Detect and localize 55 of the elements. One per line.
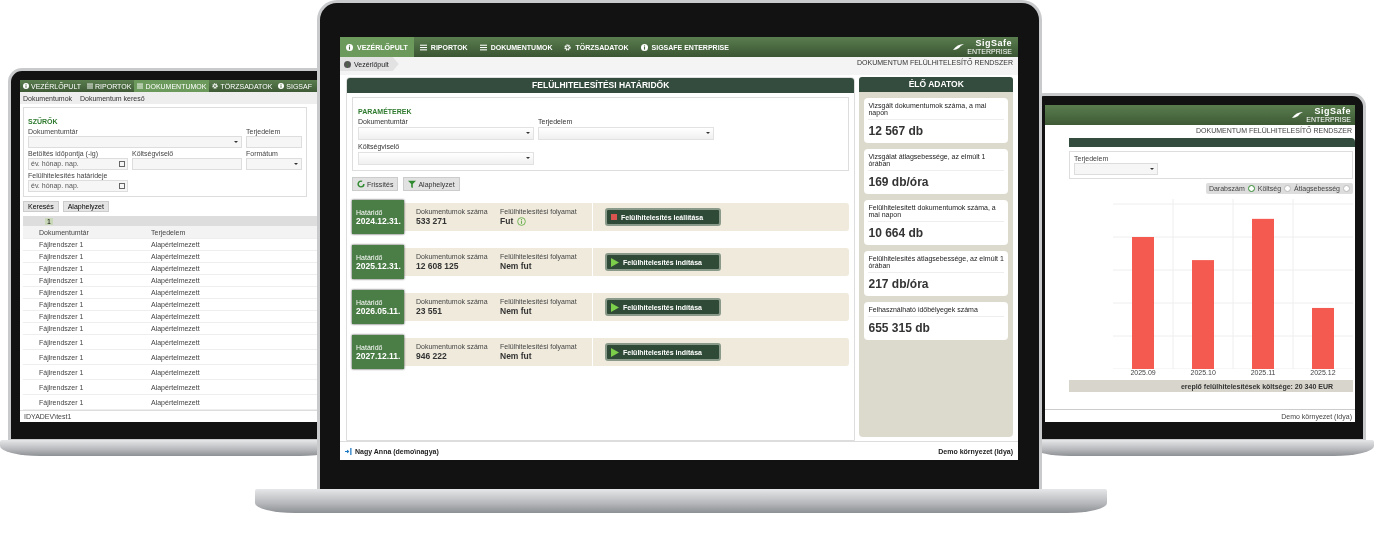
list-icon (479, 43, 487, 51)
status-value: Nem fut (500, 351, 532, 361)
list-icon (419, 43, 427, 51)
status-value: Fut (500, 216, 514, 226)
panel-header: ÉLŐ ADATOK (859, 77, 1013, 92)
count-value: 23 551 (416, 306, 443, 316)
logout-icon (345, 447, 352, 455)
caret-icon (526, 157, 530, 159)
calendar-icon (119, 183, 125, 190)
stat-value: 655 315 db (868, 320, 931, 335)
status-value: Nem fut (500, 306, 532, 316)
chart-bar (1312, 307, 1334, 369)
logo-icon (951, 43, 966, 51)
info-icon (23, 83, 29, 90)
count-value: 946 222 (416, 351, 448, 361)
play-icon (611, 347, 619, 357)
select-field[interactable] (1074, 163, 1158, 175)
gear-icon (564, 43, 572, 51)
stat-value: 10 664 db (868, 225, 925, 240)
select-field[interactable] (538, 127, 714, 140)
stop-icon (611, 214, 617, 220)
radio-button[interactable] (1247, 185, 1255, 192)
radio-button[interactable] (1284, 185, 1292, 192)
status-value: Nem fut (500, 261, 532, 271)
radio-button[interactable] (1343, 185, 1350, 192)
info-icon (278, 83, 285, 90)
count-value: 12 608 125 (416, 261, 460, 271)
select-field[interactable] (28, 135, 242, 148)
logo-icon (1290, 111, 1305, 119)
select-field[interactable] (358, 127, 534, 140)
select-field[interactable] (246, 157, 302, 170)
caret-icon (1150, 168, 1154, 170)
stat-value: 12 567 db (868, 123, 925, 138)
play-icon (611, 257, 619, 267)
calendar-icon (119, 161, 125, 168)
stat-value: 217 db/óra (868, 276, 930, 291)
logo-name: SigSafe (975, 39, 1012, 48)
select-field[interactable] (358, 152, 534, 165)
count-value: 533 271 (416, 216, 448, 226)
input-field[interactable] (132, 157, 242, 170)
caret-icon (294, 162, 298, 165)
filter-icon (408, 180, 417, 188)
caret-icon (234, 140, 238, 143)
caret-icon (526, 132, 530, 134)
info-icon (640, 43, 648, 51)
play-icon (611, 302, 619, 312)
caret-icon (706, 132, 710, 134)
info-icon (344, 60, 351, 68)
refresh-icon (357, 180, 365, 188)
logo-name: SigSafe (1314, 107, 1351, 116)
stat-value: 169 db/óra (868, 174, 930, 189)
gear-icon (212, 83, 219, 90)
panel-header: FELÜLHITELESÍTÉSI HATÁRIDŐK (347, 78, 855, 93)
info-icon (346, 43, 353, 51)
input-field[interactable] (246, 135, 302, 148)
